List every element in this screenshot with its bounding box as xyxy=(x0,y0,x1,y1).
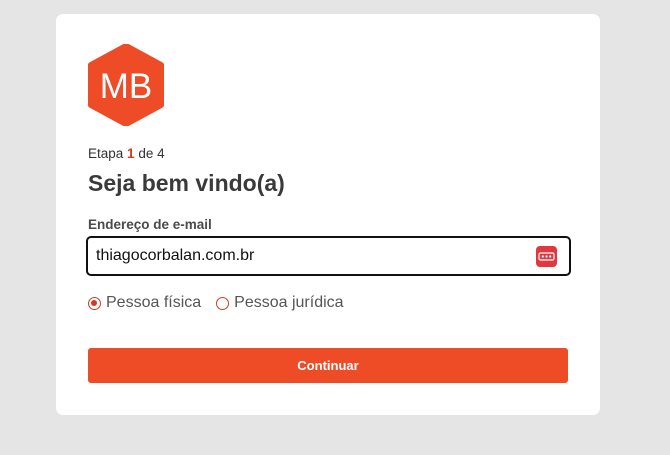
logo-text: MB xyxy=(100,67,153,106)
password-manager-icon[interactable] xyxy=(536,246,557,267)
radio-pessoa-juridica[interactable]: Pessoa jurídica xyxy=(216,294,344,312)
continue-button[interactable]: Continuar xyxy=(88,348,568,383)
radio-button-unchecked[interactable] xyxy=(216,296,230,310)
step-current: 1 xyxy=(127,146,135,161)
login-card: MB Etapa 1 de 4 Seja bem vindo(a) Endere… xyxy=(56,14,600,415)
step-prefix: Etapa xyxy=(88,146,124,161)
step-total: 4 xyxy=(157,146,165,161)
mb-logo: MB xyxy=(88,44,164,126)
page-title: Seja bem vindo(a) xyxy=(88,170,285,196)
person-type-radio-group: Pessoa física Pessoa jurídica xyxy=(88,294,359,312)
email-label: Endereço de e-mail xyxy=(88,217,212,232)
radio-label: Pessoa física xyxy=(106,294,202,311)
email-field[interactable] xyxy=(96,238,516,273)
email-field-wrapper xyxy=(86,236,571,276)
step-middle: de xyxy=(138,146,154,161)
radio-label: Pessoa jurídica xyxy=(234,294,344,311)
radio-pessoa-fisica[interactable]: Pessoa física xyxy=(88,294,201,312)
step-indicator: Etapa 1 de 4 xyxy=(88,146,165,161)
radio-button-checked[interactable] xyxy=(88,296,101,310)
